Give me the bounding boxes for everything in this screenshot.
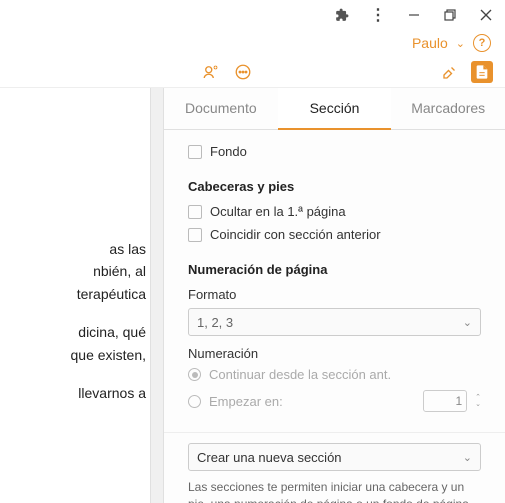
start-at-radio[interactable] (188, 395, 201, 408)
continue-label: Continuar desde la sección ant. (209, 367, 391, 382)
chevron-down-icon: ⌄ (463, 316, 472, 329)
doc-fragment: llevarnos a (0, 382, 146, 404)
hide-first-page-checkbox[interactable] (188, 205, 202, 219)
numbering-label: Numeración (188, 346, 481, 361)
more-icon[interactable]: ⋮ (369, 6, 387, 24)
start-at-stepper[interactable]: ⌃⌄ (475, 394, 481, 408)
page-numbering-title: Numeración de página (188, 262, 481, 277)
hide-first-page-label: Ocultar en la 1.ª página (210, 204, 346, 219)
format-value: 1, 2, 3 (197, 315, 463, 330)
section-help-text: Las secciones te permiten iniciar una ca… (188, 479, 481, 503)
extension-icon[interactable] (333, 6, 351, 24)
user-bar: Paulo ⌄ ? (0, 30, 505, 56)
document-area: as las nbién, al terapéutica dicina, qué… (0, 88, 150, 503)
minimize-icon[interactable] (405, 6, 423, 24)
chevron-down-icon[interactable]: ⌄ (456, 37, 465, 50)
close-icon[interactable] (477, 6, 495, 24)
tab-document[interactable]: Documento (164, 88, 278, 129)
continue-radio[interactable] (188, 368, 201, 381)
chevron-up-icon: ⌃ (475, 394, 481, 401)
doc-fragment: dicina, qué que existen, (0, 321, 146, 366)
background-label: Fondo (210, 144, 247, 159)
format-panel-icon[interactable] (471, 61, 493, 83)
window-titlebar: ⋮ (0, 0, 505, 30)
new-section-select[interactable]: Crear una nueva sección ⌄ (188, 443, 481, 471)
match-previous-checkbox[interactable] (188, 228, 202, 242)
collaborate-icon[interactable] (200, 61, 222, 83)
start-at-label: Empezar en: (209, 394, 283, 409)
format-brush-icon[interactable] (439, 61, 461, 83)
toolbar (0, 56, 505, 88)
doc-fragment: as las nbién, al terapéutica (0, 238, 146, 305)
user-name[interactable]: Paulo (412, 35, 448, 51)
vertical-scrollbar[interactable] (150, 88, 164, 503)
tab-bookmarks[interactable]: Marcadores (391, 88, 505, 129)
comment-icon[interactable] (232, 61, 254, 83)
tab-section[interactable]: Sección (278, 88, 392, 130)
chevron-down-icon: ⌄ (475, 401, 481, 408)
help-icon[interactable]: ? (473, 34, 491, 52)
divider (164, 432, 505, 433)
match-previous-label: Coincidir con sección anterior (210, 227, 381, 242)
background-checkbox[interactable] (188, 145, 202, 159)
format-select[interactable]: 1, 2, 3 ⌄ (188, 308, 481, 336)
inspector-panel: Documento Sección Marcadores Fondo Cabec… (164, 88, 505, 503)
format-label: Formato (188, 287, 481, 302)
chevron-down-icon: ⌄ (463, 451, 472, 464)
start-at-input[interactable]: 1 (423, 390, 467, 412)
headers-footers-title: Cabeceras y pies (188, 179, 481, 194)
maximize-icon[interactable] (441, 6, 459, 24)
new-section-label: Crear una nueva sección (197, 450, 463, 465)
inspector-tabs: Documento Sección Marcadores (164, 88, 505, 130)
